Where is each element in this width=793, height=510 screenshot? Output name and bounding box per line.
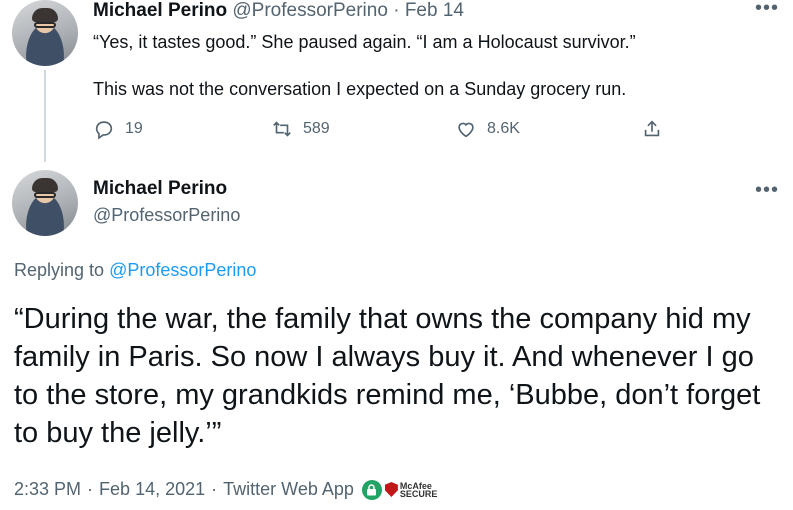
mcafee-text: McAfee SECURE <box>399 481 438 499</box>
footer-separator: · <box>87 479 94 499</box>
replying-to: Replying to @ProfessorPerino <box>14 260 256 281</box>
more-icon[interactable]: ••• <box>755 0 779 18</box>
avatar-glasses <box>34 22 56 28</box>
avatar-hair <box>32 8 58 22</box>
replying-to-link[interactable]: @ProfessorPerino <box>109 260 256 280</box>
avatar-glasses <box>34 192 56 198</box>
retweet-icon <box>273 121 291 137</box>
like-icon <box>458 122 474 138</box>
tweet-time[interactable]: 2:33 PM <box>14 479 81 500</box>
share-icon <box>644 120 660 137</box>
lock-icon <box>361 479 382 500</box>
thread-connector-line <box>44 70 46 162</box>
mcafee-logo: McAfee SECURE <box>384 481 438 499</box>
tweet-date[interactable]: Feb 14 <box>405 0 464 21</box>
tweet1-text-line1: “Yes, it tastes good.” She paused again.… <box>93 32 636 52</box>
avatar[interactable] <box>12 0 78 66</box>
meta-separator: · <box>393 0 400 21</box>
retweet-count: 589 <box>303 120 330 137</box>
replying-prefix: Replying to <box>14 260 105 280</box>
like-button[interactable]: 8.6K <box>455 118 520 140</box>
tweet1-text-line2: This was not the conversation I expected… <box>93 79 627 99</box>
footer-separator: · <box>211 479 218 499</box>
like-count: 8.6K <box>487 120 520 137</box>
avatar[interactable] <box>12 170 78 236</box>
avatar-hair <box>32 178 58 192</box>
reply-button[interactable]: 19 <box>93 118 143 140</box>
tweet-footer: 2:33 PM · Feb 14, 2021 · Twitter Web App… <box>14 479 437 500</box>
tweet-source[interactable]: Twitter Web App <box>223 479 354 500</box>
author-handle[interactable]: @ProfessorPerino <box>232 0 388 21</box>
reply-icon <box>95 121 113 140</box>
retweet-button[interactable]: 589 <box>271 118 330 140</box>
tweet2-text: “During the war, the family that owns th… <box>14 303 761 449</box>
author-name[interactable]: Michael Perino <box>93 178 227 200</box>
mcafee-secure-badge: McAfee SECURE <box>361 479 438 500</box>
reply-count: 19 <box>125 120 143 137</box>
mcafee-line2: SECURE <box>399 488 438 499</box>
tweet1-header: Michael Perino @ProfessorPerino · Feb 14 <box>93 0 464 22</box>
author-name[interactable]: Michael Perino <box>93 0 227 21</box>
tweet-actions: 19 589 8.6K <box>93 118 673 144</box>
author-handle[interactable]: @ProfessorPerino <box>93 205 240 226</box>
tweet-full-date[interactable]: Feb 14, 2021 <box>99 479 205 500</box>
share-button[interactable] <box>641 118 663 140</box>
mcafee-shield-icon <box>384 482 398 497</box>
more-icon[interactable]: ••• <box>755 180 779 200</box>
